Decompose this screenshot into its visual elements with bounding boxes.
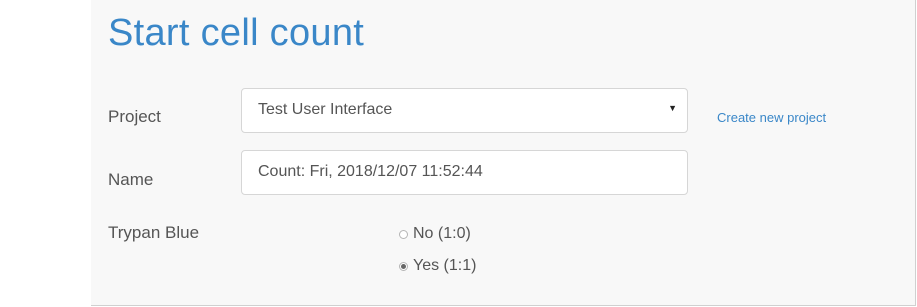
project-select[interactable]: Test User Interface ▼: [241, 88, 688, 133]
page-title: Start cell count: [108, 12, 365, 54]
radio-option-yes[interactable]: Yes (1:1): [399, 257, 476, 275]
radio-option-no[interactable]: No (1:0): [399, 225, 471, 243]
project-select-value: Test User Interface: [258, 101, 393, 118]
radio-no[interactable]: [399, 229, 408, 239]
name-label: Name: [108, 170, 154, 189]
radio-yes[interactable]: [399, 261, 408, 271]
radio-no-label: No (1:0): [413, 225, 471, 242]
start-count-panel: Start cell count Project Test User Inter…: [91, 0, 916, 306]
create-new-project-link[interactable]: Create new project: [717, 110, 826, 125]
radio-yes-label: Yes (1:1): [413, 257, 477, 274]
chevron-down-icon: ▼: [668, 103, 677, 113]
name-input-value: Count: Fri, 2018/12/07 11:52:44: [258, 163, 483, 180]
trypan-blue-label: Trypan Blue: [108, 223, 200, 242]
project-label: Project: [108, 107, 161, 126]
name-input[interactable]: Count: Fri, 2018/12/07 11:52:44: [241, 150, 688, 195]
